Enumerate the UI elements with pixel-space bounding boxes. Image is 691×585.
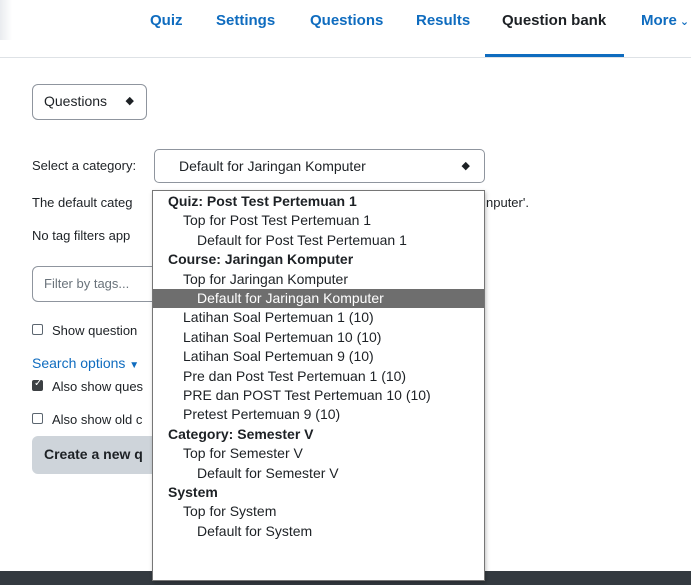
dropdown-option[interactable]: Latihan Soal Pertemuan 10 (10): [153, 328, 484, 347]
default-category-text: The default categ: [32, 195, 133, 210]
active-tab-indicator: [485, 54, 624, 57]
dropdown-group-label: Quiz: Post Test Pertemuan 1: [168, 193, 357, 209]
show-question-checkbox[interactable]: [32, 324, 43, 335]
category-select[interactable]: Default for Jaringan Komputer ◆: [154, 149, 485, 183]
category-select-value: Default for Jaringan Komputer: [179, 158, 366, 174]
dropdown-option[interactable]: Default for Post Test Pertemuan 1: [153, 231, 484, 250]
dropdown-option[interactable]: Top for Post Test Pertemuan 1: [153, 211, 484, 230]
category-dropdown-list[interactable]: Quiz: Post Test Pertemuan 1 Top for Post …: [152, 190, 485, 581]
dropdown-option[interactable]: Default for Jaringan Komputer: [153, 289, 484, 308]
dropdown-option[interactable]: Default for Semester V: [153, 464, 484, 483]
search-options-toggle[interactable]: Search options ▼: [32, 355, 139, 371]
tab-results[interactable]: Results: [416, 12, 470, 29]
also-show-questions-label: Also show ques: [52, 379, 144, 394]
dropdown-group-label: System: [168, 484, 218, 500]
more-label: More: [641, 12, 677, 29]
tab-more[interactable]: More ⌄: [641, 12, 689, 29]
chevron-down-icon: ⌄: [679, 16, 690, 28]
dropdown-option[interactable]: Latihan Soal Pertemuan 9 (10): [153, 347, 484, 366]
tag-filter-input[interactable]: Filter by tags...: [32, 266, 162, 302]
also-show-old-label: Also show old c: [52, 412, 143, 427]
category-label: Select a category:: [32, 158, 137, 173]
dropdown-option[interactable]: Pretest Pertemuan 9 (10): [153, 405, 484, 424]
question-bank-select-value: Questions: [44, 93, 108, 109]
dropdown-option[interactable]: PRE dan POST Test Pertemuan 10 (10): [153, 386, 484, 405]
question-bank-select[interactable]: Questions ◆: [32, 84, 147, 120]
secondary-navigation: Quiz Settings Questions Results Question…: [0, 0, 691, 58]
default-category-text-end: nputer'.: [486, 195, 529, 210]
dropdown-option[interactable]: Top for Jaringan Komputer: [153, 270, 484, 289]
select-caret-icon: ◆: [461, 160, 470, 172]
tab-quiz[interactable]: Quiz: [150, 12, 183, 29]
tab-question-bank[interactable]: Question bank: [502, 12, 606, 29]
show-question-label: Show question: [52, 323, 138, 338]
also-show-old-checkbox[interactable]: [32, 413, 43, 424]
dropdown-option[interactable]: Top for Semester V: [153, 444, 484, 463]
dropdown-group-label: Category: Semester V: [168, 425, 314, 442]
tab-questions[interactable]: Questions: [310, 12, 383, 29]
dropdown-option[interactable]: Latihan Soal Pertemuan 1 (10): [153, 308, 484, 327]
also-show-questions-checkbox[interactable]: [32, 378, 43, 391]
dropdown-group-label: Course: Jaringan Komputer: [168, 251, 354, 268]
search-options-label: Search options: [32, 355, 126, 371]
dropdown-option[interactable]: Top for System: [153, 502, 484, 521]
caret-down-icon: ▼: [129, 360, 140, 371]
select-caret-icon: ◆: [125, 95, 134, 107]
create-new-question-button[interactable]: Create a new q: [32, 436, 167, 474]
dropdown-option[interactable]: Pre dan Post Test Pertemuan 1 (10): [153, 367, 484, 386]
tab-settings[interactable]: Settings: [216, 12, 275, 29]
dropdown-option[interactable]: Default for System: [153, 522, 484, 541]
no-tag-filters-text: No tag filters app: [32, 228, 131, 243]
tag-filter-placeholder: Filter by tags...: [44, 276, 130, 291]
